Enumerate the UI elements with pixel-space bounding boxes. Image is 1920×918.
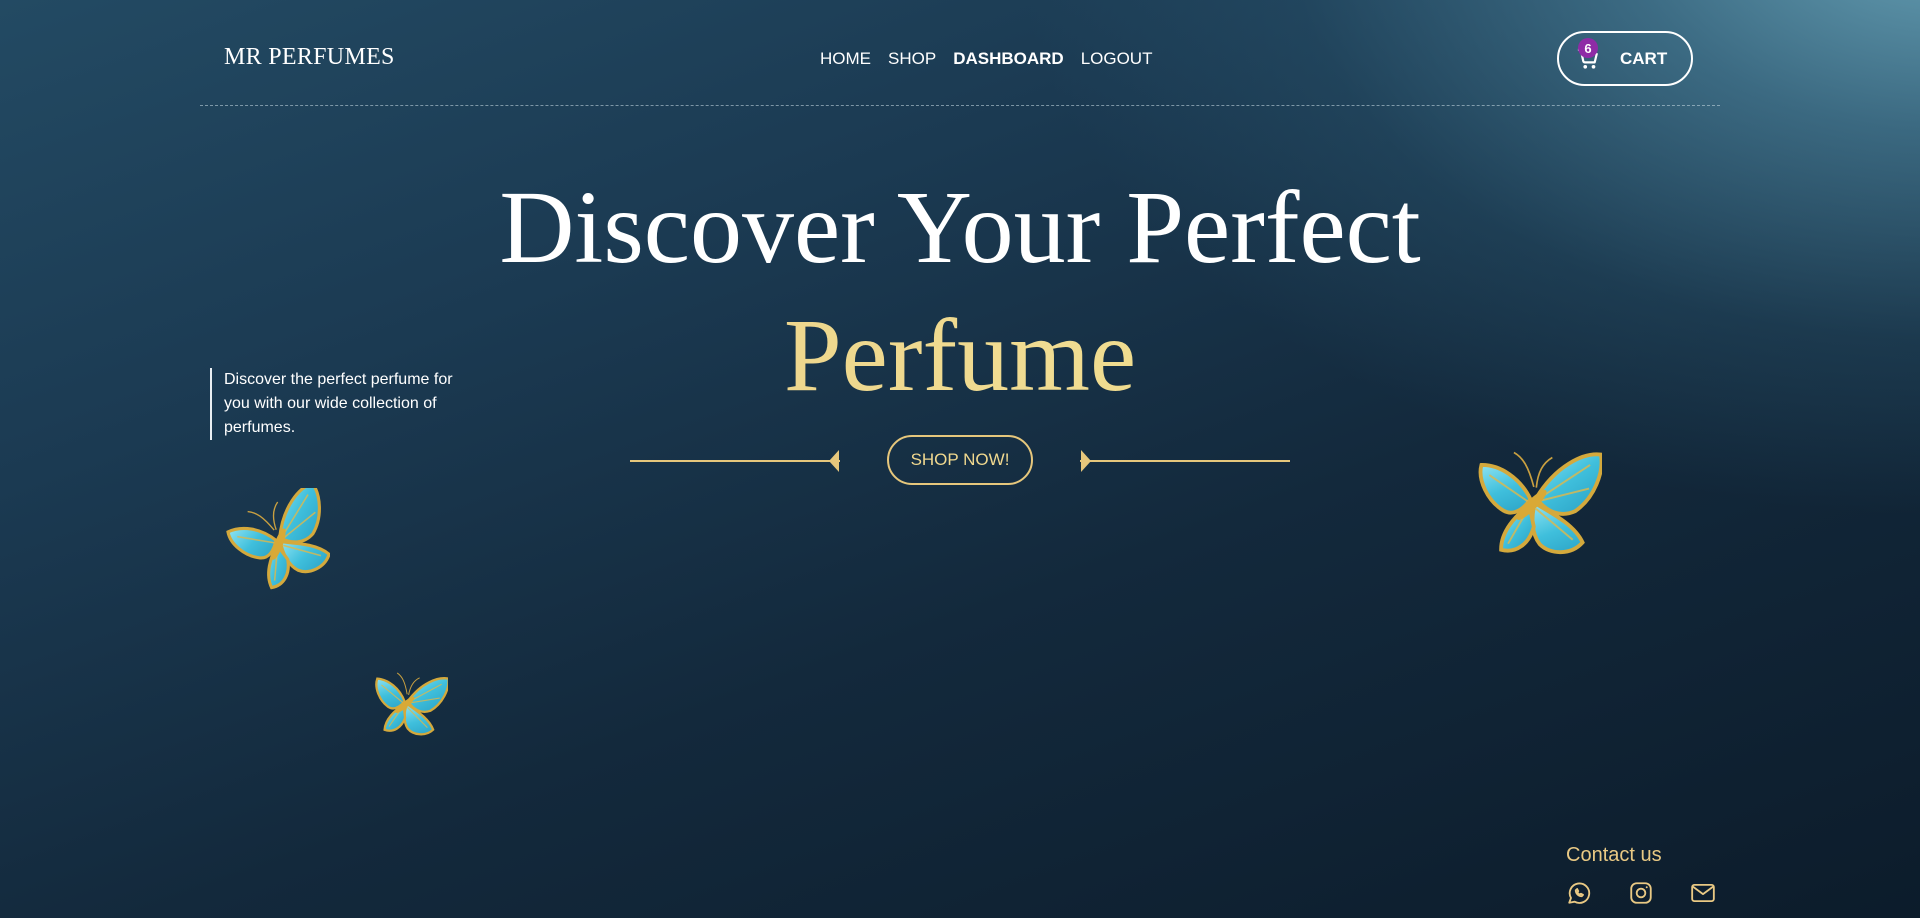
nav-item-shop[interactable]: SHOP: [888, 49, 936, 69]
shop-now-button[interactable]: SHOP NOW!: [887, 435, 1033, 485]
site-header: MR PERFUMES HOME SHOP DASHBOARD LOGOUT 6…: [200, 0, 1720, 106]
decorative-arrow-left-icon: [829, 450, 839, 472]
nav-item-home[interactable]: HOME: [820, 49, 871, 69]
main-nav: HOME SHOP DASHBOARD LOGOUT: [820, 49, 1152, 69]
cart-count-badge: 6: [1578, 38, 1598, 58]
decorative-line-left: [630, 460, 840, 462]
butterfly-icon: [226, 488, 330, 592]
butterfly-icon: [364, 664, 448, 740]
cart-button[interactable]: 6 CART: [1557, 31, 1693, 86]
nav-item-logout[interactable]: LOGOUT: [1081, 49, 1153, 69]
hero-description: Discover the perfect perfume for you wit…: [210, 368, 454, 440]
decorative-line-right: [1080, 460, 1290, 462]
instagram-icon[interactable]: [1628, 880, 1654, 906]
contact-icons: [1566, 880, 1716, 906]
nav-item-dashboard[interactable]: DASHBOARD: [953, 49, 1064, 69]
mail-icon[interactable]: [1690, 880, 1716, 906]
brand-logo[interactable]: MR PERFUMES: [224, 44, 395, 71]
whatsapp-icon[interactable]: [1566, 880, 1592, 906]
contact-title: Contact us: [1566, 844, 1662, 866]
cart-label: CART: [1620, 49, 1668, 68]
hero-title-line1: Discover Your Perfect: [499, 170, 1421, 285]
butterfly-icon: [1464, 436, 1602, 564]
